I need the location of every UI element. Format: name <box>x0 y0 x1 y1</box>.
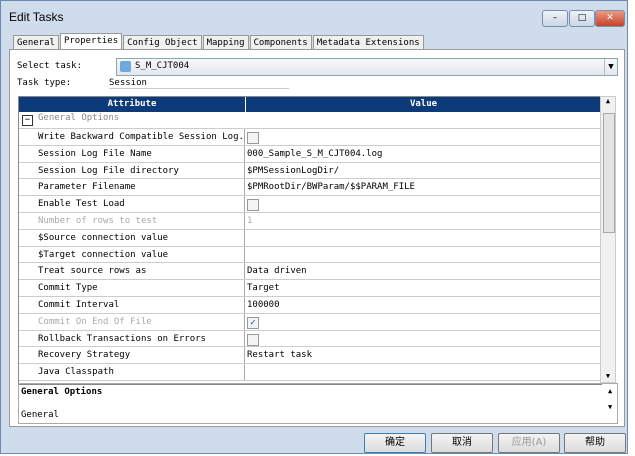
scroll-up-icon[interactable]: ▲ <box>601 97 615 105</box>
session-icon <box>120 61 131 72</box>
table-row[interactable]: Java Classpath <box>19 364 601 381</box>
value-cell[interactable]: 1 <box>245 213 601 229</box>
chevron-down-icon[interactable]: ▼ <box>604 59 617 75</box>
grid-scrollbar[interactable]: ▲ ▼ <box>600 96 616 383</box>
description-pane: General Options General <box>18 383 618 424</box>
minimize-button[interactable]: – <box>542 10 568 27</box>
value-cell[interactable] <box>245 364 601 380</box>
table-row[interactable]: $Target connection value <box>19 246 601 264</box>
value-header: Value <box>409 99 438 109</box>
tab-general[interactable]: General <box>13 35 59 50</box>
attribute-cell: Session Log File directory <box>19 162 245 179</box>
value-cell[interactable]: 100000 <box>245 297 601 313</box>
value-cell[interactable] <box>245 230 601 246</box>
select-task-label: Select task: <box>17 61 83 71</box>
edit-tasks-dialog: Edit Tasks – □ ✕ General Properties Config… <box>0 0 628 454</box>
group-general-options[interactable]: − General Options <box>19 112 601 129</box>
description-scroll-icon[interactable]: ▲ ▼ <box>608 383 612 415</box>
table-row[interactable]: Enable Test Load <box>19 196 601 213</box>
task-type-label: Task type: <box>17 78 72 88</box>
attribute-header: Attribute <box>19 97 246 112</box>
properties-panel: Select task: S_M_CJT004 ▼ Task type: Ses… <box>9 49 625 427</box>
apply-button[interactable]: 应用(A) <box>498 433 560 453</box>
attribute-cell: Java Classpath <box>19 364 245 380</box>
table-row[interactable]: Commit Type Target <box>19 280 601 297</box>
cancel-button[interactable]: 取消 <box>431 433 493 453</box>
table-row[interactable]: Recovery Strategy Restart task <box>19 347 601 365</box>
attribute-cell: Write Backward Compatible Session Log... <box>19 129 245 145</box>
attribute-cell: Enable Test Load <box>19 196 245 212</box>
attribute-cell: Treat source rows as <box>19 263 245 280</box>
window-title: Edit Tasks <box>9 10 64 24</box>
table-row[interactable]: Number of rows to test 1 <box>19 212 601 230</box>
attribute-cell: Session Log File Name <box>19 145 245 162</box>
value-cell[interactable] <box>245 247 601 263</box>
attributes-grid: Attribute Value − General Options Write … <box>18 96 602 385</box>
scroll-thumb[interactable] <box>603 113 615 233</box>
table-row[interactable]: Commit On End Of File ✓ <box>19 313 601 331</box>
value-checkbox[interactable]: ✓ <box>247 316 259 329</box>
task-type-value: Session <box>109 78 289 89</box>
attribute-cell: Commit Type <box>19 280 245 296</box>
tab-config-object[interactable]: Config Object <box>123 35 202 50</box>
value-cell[interactable]: Restart task <box>245 347 601 363</box>
attribute-cell: $Source connection value <box>19 229 245 246</box>
tab-properties[interactable]: Properties <box>59 33 123 50</box>
maximize-button[interactable]: □ <box>569 10 595 27</box>
table-row[interactable]: Session Log File Name 000_Sample_S_M_CJT0… <box>19 145 601 163</box>
tab-bar: General Properties Config Object Mapping Com… <box>13 33 425 50</box>
value-checkbox[interactable] <box>247 199 259 212</box>
table-row[interactable]: Treat source rows as Data driven <box>19 263 601 281</box>
description-title: General Options <box>21 387 103 397</box>
attribute-cell: Number of rows to test <box>19 212 245 229</box>
description-body: General <box>21 410 59 420</box>
ok-button[interactable]: 确定 <box>364 433 426 453</box>
scroll-down-icon[interactable]: ▼ <box>601 372 615 380</box>
attribute-cell: Rollback Transactions on Errors <box>19 330 245 347</box>
value-cell[interactable]: Data driven <box>245 263 601 279</box>
table-row[interactable]: Commit Interval 100000 <box>19 296 601 314</box>
collapse-icon[interactable]: − <box>22 115 33 126</box>
value-cell[interactable]: ✓ <box>245 314 601 330</box>
value-cell[interactable]: $PMRootDir/BWParam/$$PARAM_FILE <box>245 179 601 195</box>
tab-metadata-extensions[interactable]: Metadata Extensions <box>312 35 424 50</box>
value-cell[interactable] <box>245 129 601 145</box>
attribute-cell: Recovery Strategy <box>19 347 245 364</box>
table-row[interactable]: Parameter Filename $PMRootDir/BWParam/$$P… <box>19 179 601 197</box>
select-task-dropdown[interactable]: S_M_CJT004 ▼ <box>116 58 618 76</box>
value-cell[interactable] <box>245 196 601 212</box>
select-task-value: S_M_CJT004 <box>135 61 190 71</box>
tab-mapping[interactable]: Mapping <box>202 35 249 50</box>
attribute-cell: $Target connection value <box>19 246 245 263</box>
value-cell[interactable]: 000_Sample_S_M_CJT004.log <box>245 146 601 162</box>
tab-components[interactable]: Components <box>249 35 312 50</box>
group-label: General Options <box>38 113 120 123</box>
attribute-cell: Commit Interval <box>19 296 245 313</box>
table-row[interactable]: Session Log File directory $PMSessionLogD… <box>19 162 601 180</box>
value-checkbox[interactable] <box>247 132 259 144</box>
value-cell[interactable] <box>245 331 601 347</box>
value-cell[interactable]: $PMSessionLogDir/ <box>245 163 601 179</box>
close-button[interactable]: ✕ <box>595 10 625 27</box>
table-row[interactable]: $Source connection value <box>19 229 601 247</box>
value-checkbox[interactable] <box>247 333 259 346</box>
table-row[interactable]: Rollback Transactions on Errors <box>19 330 601 348</box>
table-row[interactable]: Write Backward Compatible Session Log... <box>19 129 601 146</box>
attribute-cell: Commit On End Of File <box>19 313 245 330</box>
value-cell[interactable]: Target <box>245 280 601 296</box>
help-button[interactable]: 帮助 <box>564 433 626 453</box>
attribute-cell: Parameter Filename <box>19 179 245 196</box>
